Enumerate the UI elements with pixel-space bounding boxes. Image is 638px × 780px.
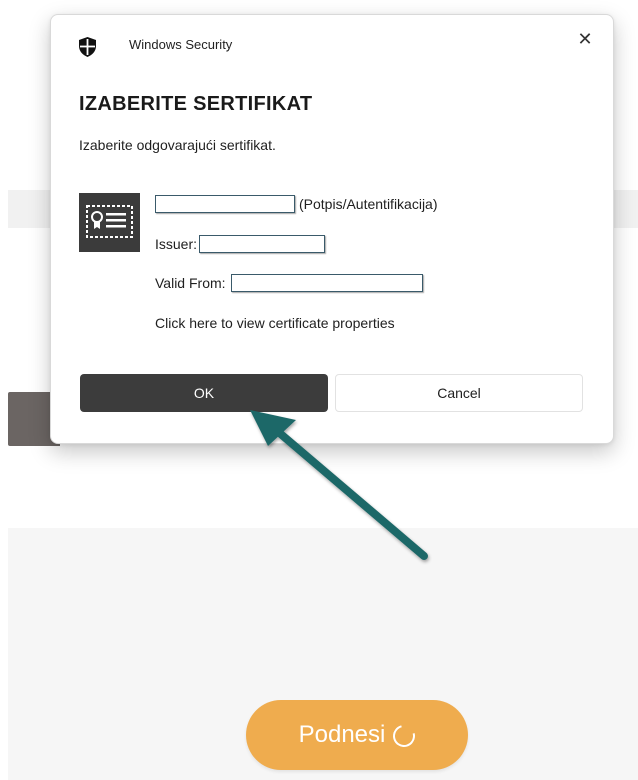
certificate-dialog: Windows Security ✕ IZABERITE SERTIFIKAT … bbox=[50, 14, 614, 444]
dialog-subtitle: Izaberite odgovarajući sertifikat. bbox=[79, 137, 276, 153]
page: Podnesi Windows Security ✕ IZABERITE SER… bbox=[0, 0, 638, 780]
submit-button[interactable]: Podnesi bbox=[246, 700, 468, 770]
submit-label: Podnesi bbox=[298, 721, 386, 748]
cancel-button[interactable]: Cancel bbox=[335, 374, 583, 412]
valid-from-row: Valid From: bbox=[155, 274, 423, 292]
shield-icon bbox=[79, 37, 96, 57]
issuer-label: Issuer: bbox=[155, 236, 198, 252]
redacted-valid-from-field bbox=[230, 274, 423, 292]
close-icon[interactable]: ✕ bbox=[571, 25, 599, 53]
dialog-app-title: Windows Security bbox=[129, 37, 233, 52]
certificate-properties-link[interactable]: Click here to view certificate propertie… bbox=[155, 315, 395, 331]
certificate-name-suffix: (Potpis/Autentifikacija) bbox=[299, 196, 438, 212]
certificate-name-row: (Potpis/Autentifikacija) bbox=[155, 195, 438, 213]
ok-button[interactable]: OK bbox=[80, 374, 328, 412]
redacted-name-field bbox=[155, 195, 295, 213]
dialog-heading: IZABERITE SERTIFIKAT bbox=[79, 93, 313, 115]
redacted-issuer-field bbox=[199, 235, 326, 253]
dialog-titlebar: Windows Security ✕ bbox=[51, 15, 613, 75]
spinner-icon bbox=[389, 720, 420, 752]
certificate-icon[interactable] bbox=[79, 193, 140, 252]
issuer-row: Issuer: bbox=[155, 235, 326, 253]
valid-from-label: Valid From: bbox=[155, 275, 226, 291]
